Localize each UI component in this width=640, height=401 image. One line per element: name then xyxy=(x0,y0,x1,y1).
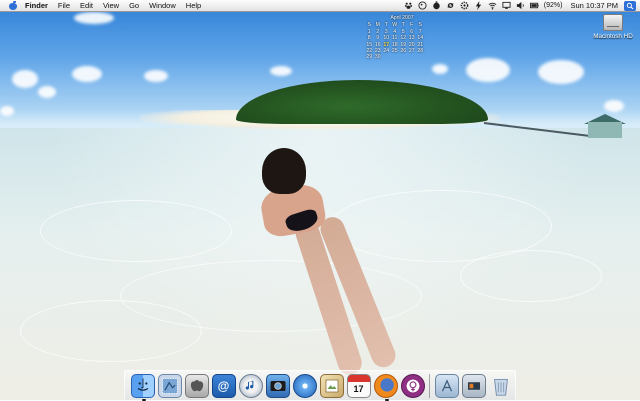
hard-disk-icon[interactable] xyxy=(603,14,623,31)
display-icon[interactable] xyxy=(502,1,512,10)
address-book-icon[interactable]: @ xyxy=(211,374,236,398)
apple-menu-icon[interactable] xyxy=(9,1,17,10)
gear-icon[interactable] xyxy=(460,1,470,10)
lightning-icon[interactable] xyxy=(474,1,484,10)
ical-icon[interactable]: 17 xyxy=(346,374,371,398)
battery-percentage: (92%) xyxy=(543,2,563,9)
calendar-day: 26 xyxy=(400,48,407,55)
menu-help[interactable]: Help xyxy=(186,1,201,10)
macintosh-hd-disk[interactable]: Macintosh HD xyxy=(588,14,638,40)
applications-folder-icon[interactable] xyxy=(434,374,459,398)
preview-icon[interactable] xyxy=(319,374,344,398)
paw-icon[interactable] xyxy=(404,1,414,10)
battery-icon[interactable] xyxy=(530,1,540,10)
dock: @ 17 xyxy=(124,370,516,401)
calendar-month-title: April 2007 xyxy=(390,15,414,21)
menu-extras: (92%) Sun 10:37 PM xyxy=(404,0,640,11)
volume-icon[interactable] xyxy=(516,1,526,10)
firefox-icon[interactable] xyxy=(373,374,398,401)
calendar-day: 29 xyxy=(366,54,373,61)
mail-stamp-icon[interactable] xyxy=(157,374,182,398)
sync-icon[interactable] xyxy=(446,1,456,10)
menu-bar: Finder File Edit View Go Window Help (92… xyxy=(0,0,640,12)
calendar-day: 24 xyxy=(383,48,390,55)
calendar-day: 28 xyxy=(417,48,424,55)
itunes-icon[interactable] xyxy=(238,374,263,398)
calendar-widget: April 2007 S M T W T F S 1 2 3 4 5 6 7 8… xyxy=(365,15,431,61)
finder-icon[interactable] xyxy=(130,374,155,401)
calendar-week: 29 30 xyxy=(365,54,431,60)
spotlight-search-icon[interactable] xyxy=(624,0,636,11)
menu-view[interactable]: View xyxy=(103,1,119,10)
iphoto-icon[interactable] xyxy=(265,374,290,398)
documents-folder-icon[interactable] xyxy=(461,374,486,398)
menu-finder[interactable]: Finder xyxy=(25,1,48,10)
adium-icon[interactable] xyxy=(400,374,425,398)
wifi-icon[interactable] xyxy=(488,1,498,10)
menu-file[interactable]: File xyxy=(58,1,70,10)
menu-go[interactable]: Go xyxy=(129,1,139,10)
dock-separator xyxy=(429,374,430,398)
timer-icon[interactable] xyxy=(432,1,442,10)
calendar-day: 30 xyxy=(374,54,381,61)
menubar-clock[interactable]: Sun 10:37 PM xyxy=(570,1,618,10)
desktop-wallpaper xyxy=(0,0,640,400)
ical-day-number: 17 xyxy=(353,383,364,394)
calendar-day: 25 xyxy=(391,48,398,55)
disk-label: Macintosh HD xyxy=(593,33,633,40)
dvd-player-icon[interactable] xyxy=(292,374,317,398)
adium-duck-icon[interactable] xyxy=(418,1,428,10)
menu-window[interactable]: Window xyxy=(149,1,176,10)
system-preferences-icon[interactable] xyxy=(184,374,209,398)
calendar-day: 27 xyxy=(408,48,415,55)
trash-icon[interactable] xyxy=(489,374,513,398)
menu-edit[interactable]: Edit xyxy=(80,1,93,10)
